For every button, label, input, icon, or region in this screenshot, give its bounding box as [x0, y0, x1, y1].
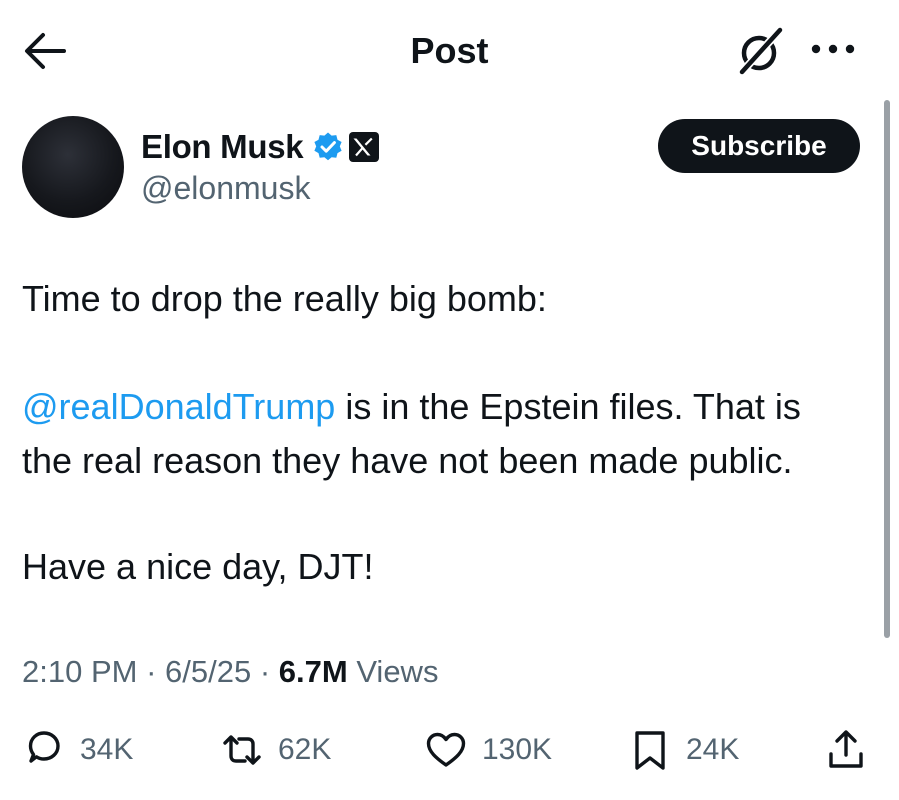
like-count: 130K — [482, 733, 553, 766]
more-button[interactable] — [808, 34, 858, 64]
post-meta: 2:10 PM · 6/5/25 · 6.7M Views — [22, 652, 438, 692]
post-time[interactable]: 2:10 PM — [22, 654, 137, 689]
verified-badge-icon — [314, 132, 342, 161]
repost-count: 62K — [278, 733, 332, 766]
share-button[interactable] — [824, 726, 868, 774]
post-text-line: the real reason they have not been made … — [22, 440, 793, 481]
separator: · — [251, 654, 279, 689]
post-text-line: Have a nice day, DJT! — [22, 546, 374, 587]
grok-button[interactable] — [732, 24, 786, 78]
repost-icon — [223, 735, 261, 765]
subscribe-button[interactable]: Subscribe — [658, 119, 860, 173]
post-date[interactable]: 6/5/25 — [165, 654, 251, 689]
views-label: Views — [347, 654, 439, 689]
post-text-line: Time to drop the really big bomb: — [22, 278, 547, 319]
more-horizontal-icon — [811, 44, 855, 54]
reply-icon — [28, 731, 60, 763]
post-text-line: @realDonaldTrump is in the Epstein files… — [22, 380, 801, 434]
heart-icon — [426, 732, 466, 767]
bookmark-button[interactable]: 24K — [628, 726, 739, 774]
repost-button[interactable]: 62K — [220, 726, 331, 774]
bookmark-count: 24K — [686, 733, 740, 766]
post-text-fragment: is in the Epstein files. That is — [335, 386, 801, 427]
separator: · — [137, 654, 166, 689]
mention-link[interactable]: @realDonaldTrump — [22, 386, 335, 427]
author-name-row: Elon Musk — [141, 126, 380, 168]
views-count: 6.7M — [278, 654, 348, 689]
scrollbar[interactable] — [884, 100, 890, 638]
author-name[interactable]: Elon Musk — [141, 128, 304, 166]
reply-button[interactable]: 34K — [22, 726, 133, 774]
share-icon — [829, 730, 863, 768]
x-logo-badge-icon — [349, 132, 380, 162]
reply-count: 34K — [80, 733, 134, 766]
like-button[interactable]: 130K — [424, 726, 552, 774]
author-handle[interactable]: @elonmusk — [141, 168, 310, 208]
bookmark-icon — [635, 731, 665, 770]
grok-icon — [739, 27, 783, 75]
avatar[interactable] — [22, 116, 124, 218]
